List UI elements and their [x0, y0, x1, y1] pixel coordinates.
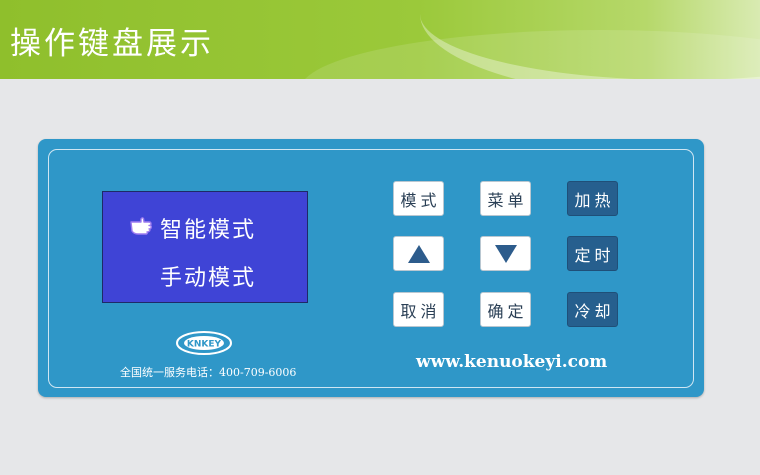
- brand-logo: KNKEY: [176, 331, 232, 355]
- page-title: 操作键盘展示: [10, 26, 214, 62]
- up-arrow-icon: [407, 244, 430, 263]
- heat-button[interactable]: 加热: [567, 181, 618, 216]
- website-url[interactable]: www.kenuokeyi.com: [416, 352, 607, 372]
- control-panel: 智能模式 手动模式 模式 菜单 加热 定时 取消 确定 冷却 KNKEY 全国统…: [38, 139, 704, 397]
- lcd-display: 智能模式 手动模式: [102, 191, 308, 303]
- lcd-line-manual-mode: 手动模式: [160, 266, 257, 291]
- timer-button[interactable]: 定时: [567, 236, 618, 271]
- pointing-hand-icon: [130, 217, 153, 235]
- down-arrow-icon: [494, 244, 517, 263]
- confirm-button[interactable]: 确定: [480, 292, 531, 327]
- logo-text: KNKEY: [187, 340, 222, 350]
- cool-button[interactable]: 冷却: [567, 292, 618, 327]
- mode-button[interactable]: 模式: [393, 181, 444, 216]
- service-hotline: 全国统一服务电话：400-709-6006: [120, 366, 297, 379]
- down-button[interactable]: [480, 236, 531, 271]
- menu-button[interactable]: 菜单: [480, 181, 531, 216]
- header-banner: 操作键盘展示: [0, 0, 760, 79]
- up-button[interactable]: [393, 236, 444, 271]
- lcd-line-smart-mode: 智能模式: [160, 218, 257, 243]
- cancel-button[interactable]: 取消: [393, 292, 444, 327]
